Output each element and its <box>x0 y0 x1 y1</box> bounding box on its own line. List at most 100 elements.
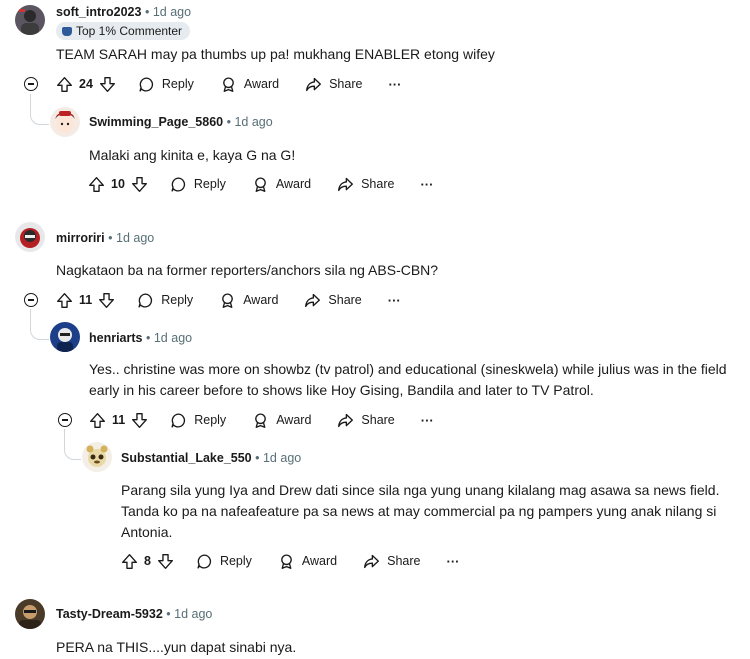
more-icon: ··· <box>420 176 434 192</box>
separator: • <box>166 607 171 621</box>
award-button[interactable]: Award <box>220 76 279 93</box>
reply-button[interactable]: Reply <box>170 412 226 429</box>
share-label: Share <box>387 554 421 568</box>
author-name[interactable]: Swimming_Page_5860 <box>89 115 223 129</box>
share-button[interactable]: Share <box>304 292 362 309</box>
author-name[interactable]: soft_intro2023 <box>56 5 141 19</box>
award-label: Award <box>243 293 279 307</box>
downvote-icon[interactable] <box>131 176 148 193</box>
more-options-button[interactable]: ··· <box>420 177 433 192</box>
upvote-icon[interactable] <box>56 292 73 309</box>
timestamp[interactable]: 1d ago <box>234 115 272 129</box>
downvote-icon[interactable] <box>99 76 116 93</box>
comment-actions: 10 Reply Award Share ··· <box>88 173 433 195</box>
reply-label: Reply <box>161 293 194 307</box>
more-options-button[interactable]: ··· <box>421 413 434 428</box>
upvote-icon[interactable] <box>89 412 106 429</box>
downvote-icon[interactable] <box>131 412 148 429</box>
share-arrow-icon <box>337 412 354 429</box>
reply-bubble-icon <box>170 412 187 429</box>
award-icon <box>252 176 269 193</box>
badge-label: Top 1% Commenter <box>76 24 183 38</box>
award-label: Award <box>301 554 338 568</box>
vote-count: 11 <box>79 293 93 307</box>
share-button[interactable]: Share <box>337 412 395 429</box>
vote-group: 8 <box>121 553 174 570</box>
vote-count: 11 <box>112 413 126 427</box>
award-button[interactable]: Award <box>252 176 311 193</box>
award-button[interactable]: Award <box>252 412 311 429</box>
comment-meta: soft_intro2023 • 1d ago <box>56 4 191 20</box>
award-label: Award <box>243 77 280 91</box>
user-flair-badge: Top 1% Commenter <box>56 22 191 40</box>
more-options-button[interactable]: ··· <box>388 77 401 92</box>
vote-count: 24 <box>79 77 93 91</box>
upvote-icon[interactable] <box>88 176 105 193</box>
avatar[interactable] <box>50 322 80 352</box>
upvote-icon[interactable] <box>56 76 73 93</box>
author-name[interactable]: Tasty-Dream-5932 <box>56 607 163 621</box>
reply-label: Reply <box>193 177 226 191</box>
comment-actions: 24 Reply Award Share ··· <box>56 73 401 95</box>
upvote-icon[interactable] <box>121 553 138 570</box>
vote-group: 24 <box>56 76 116 93</box>
author-name[interactable]: henriarts <box>89 331 143 345</box>
share-arrow-icon <box>337 176 354 193</box>
share-button[interactable]: Share <box>337 176 394 193</box>
timestamp[interactable]: 1d ago <box>263 451 301 465</box>
separator: • <box>255 451 260 465</box>
comment-actions: 11 Reply Award Share ··· <box>56 289 401 311</box>
more-icon: ··· <box>388 76 402 92</box>
reply-button[interactable]: Reply <box>138 76 194 93</box>
vote-count: 10 <box>111 177 125 191</box>
avatar[interactable] <box>15 222 45 252</box>
collapse-icon[interactable] <box>24 293 38 307</box>
comment-body-line: Yes.. christine was more on showbz (tv p… <box>89 361 727 377</box>
more-icon: ··· <box>420 412 434 428</box>
thread-connector <box>30 94 49 125</box>
reply-bubble-icon <box>137 292 154 309</box>
downvote-icon[interactable] <box>98 292 115 309</box>
collapse-icon[interactable] <box>58 413 72 427</box>
more-options-button[interactable]: ··· <box>388 293 401 308</box>
award-icon <box>220 76 237 93</box>
reply-button[interactable]: Reply <box>196 553 252 570</box>
avatar[interactable] <box>15 599 45 629</box>
reply-button[interactable]: Reply <box>170 176 226 193</box>
reply-bubble-icon <box>196 553 213 570</box>
share-arrow-icon <box>305 76 322 93</box>
downvote-icon[interactable] <box>157 553 174 570</box>
separator: • <box>145 331 151 345</box>
timestamp[interactable]: 1d ago <box>154 331 192 345</box>
share-button[interactable]: Share <box>363 553 421 570</box>
author-name[interactable]: Substantial_Lake_550 <box>121 451 252 465</box>
share-label: Share <box>361 177 395 191</box>
timestamp[interactable]: 1d ago <box>116 231 154 245</box>
award-label: Award <box>276 413 312 427</box>
avatar[interactable] <box>82 442 112 472</box>
author-name[interactable]: mirroriri <box>56 231 105 245</box>
award-button[interactable]: Award <box>278 553 337 570</box>
comment-body: Nagkataon ba na former reporters/anchors… <box>56 262 439 278</box>
more-options-button[interactable]: ··· <box>447 554 460 569</box>
share-label: Share <box>328 293 362 307</box>
vote-count: 8 <box>144 554 151 568</box>
reply-label: Reply <box>161 77 194 91</box>
vote-group: 10 <box>88 176 148 193</box>
comment-body: TEAM SARAH may pa thumbs up pa! mukhang … <box>56 46 495 62</box>
separator: • <box>144 5 150 19</box>
thread-connector <box>30 309 49 340</box>
reply-button[interactable]: Reply <box>137 292 193 309</box>
avatar[interactable] <box>15 5 45 35</box>
timestamp[interactable]: 1d ago <box>174 607 212 621</box>
share-button[interactable]: Share <box>305 76 362 93</box>
vote-group: 11 <box>89 412 148 429</box>
comment-body-line: early in his career before to shows like… <box>89 382 594 398</box>
comment-body-line: Tanda ko pa na nafeafeature pa sa news a… <box>121 503 717 519</box>
avatar[interactable] <box>50 107 80 137</box>
more-icon: ··· <box>387 292 401 308</box>
award-button[interactable]: Award <box>219 292 278 309</box>
collapse-icon[interactable] <box>24 77 38 91</box>
reply-label: Reply <box>194 413 227 427</box>
timestamp[interactable]: 1d ago <box>153 5 191 19</box>
